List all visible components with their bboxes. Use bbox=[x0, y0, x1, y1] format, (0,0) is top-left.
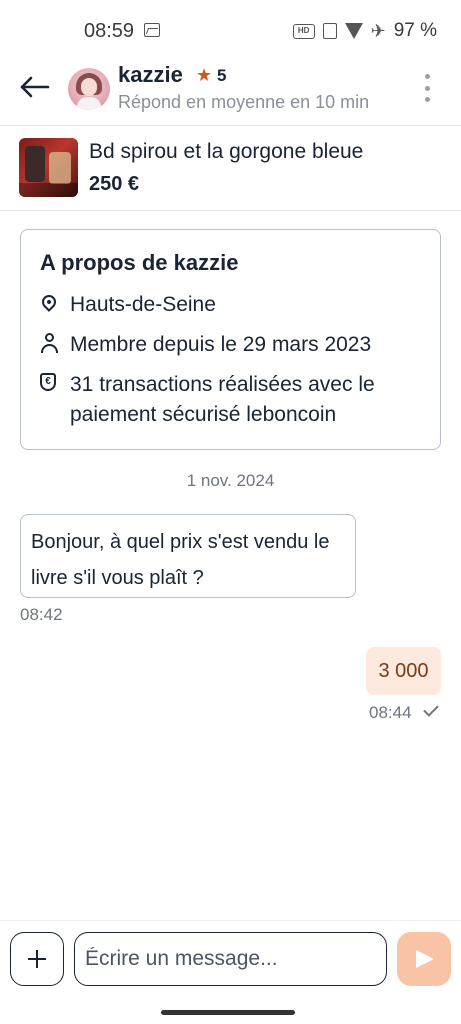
product-summary[interactable]: Bd spirou et la gorgone bleue 250 € bbox=[0, 127, 461, 211]
image-icon bbox=[144, 23, 160, 37]
product-title: Bd spirou et la gorgone bleue bbox=[89, 140, 364, 163]
check-icon bbox=[423, 701, 439, 717]
back-arrow-icon[interactable] bbox=[18, 74, 52, 100]
conversation-header: kazzie ★ 5 Répond en moyenne en 10 min bbox=[0, 62, 461, 126]
airplane-icon: ✈ bbox=[370, 21, 386, 41]
add-attachment-button[interactable] bbox=[10, 932, 64, 986]
about-title: A propos de kazzie bbox=[40, 250, 239, 275]
incoming-message[interactable]: Bonjour, à quel prix s'est vendu le livr… bbox=[20, 514, 356, 598]
transactions-text: 31 transactions réalisées avec le paieme… bbox=[70, 373, 375, 426]
user-name[interactable]: kazzie bbox=[118, 62, 183, 88]
about-seller-card: A propos de kazzie Hauts-de-Seine Membre… bbox=[20, 229, 441, 450]
avatar[interactable] bbox=[68, 68, 110, 110]
response-time: Répond en moyenne en 10 min bbox=[118, 92, 370, 112]
more-vertical-icon[interactable] bbox=[420, 74, 434, 102]
person-icon bbox=[40, 333, 58, 353]
product-price: 250 € bbox=[89, 173, 140, 195]
star-icon: ★ bbox=[196, 65, 213, 85]
message-composer bbox=[0, 920, 461, 1024]
status-icons: HD ✈ 97 % bbox=[292, 20, 437, 42]
product-thumbnail[interactable] bbox=[19, 138, 78, 197]
outgoing-message[interactable]: 3 000 bbox=[366, 647, 441, 695]
status-bar: 08:59 HD ✈ 97 % bbox=[0, 0, 461, 62]
shield-euro-icon: € bbox=[40, 373, 56, 391]
location-pin-icon bbox=[39, 292, 59, 312]
hd-icon: HD bbox=[292, 23, 315, 39]
incoming-message-time: 08:42 bbox=[20, 605, 63, 624]
send-icon bbox=[416, 950, 434, 968]
about-member-since: Membre depuis le 29 mars 2023 bbox=[21, 330, 442, 356]
wifi-icon bbox=[344, 23, 363, 39]
message-input[interactable] bbox=[74, 932, 387, 986]
status-time: 08:59 bbox=[84, 20, 135, 42]
location-text: Hauts-de-Seine bbox=[70, 293, 216, 316]
battery-level: 97 % bbox=[393, 20, 437, 41]
home-indicator[interactable] bbox=[161, 1010, 295, 1015]
send-button[interactable] bbox=[397, 932, 451, 986]
date-separator: 1 nov. 2024 bbox=[186, 471, 275, 490]
outgoing-message-time: 08:44 bbox=[369, 703, 412, 722]
member-since-text: Membre depuis le 29 mars 2023 bbox=[70, 333, 372, 356]
vibrate-icon bbox=[322, 23, 337, 39]
user-rating: 5 bbox=[217, 66, 227, 85]
